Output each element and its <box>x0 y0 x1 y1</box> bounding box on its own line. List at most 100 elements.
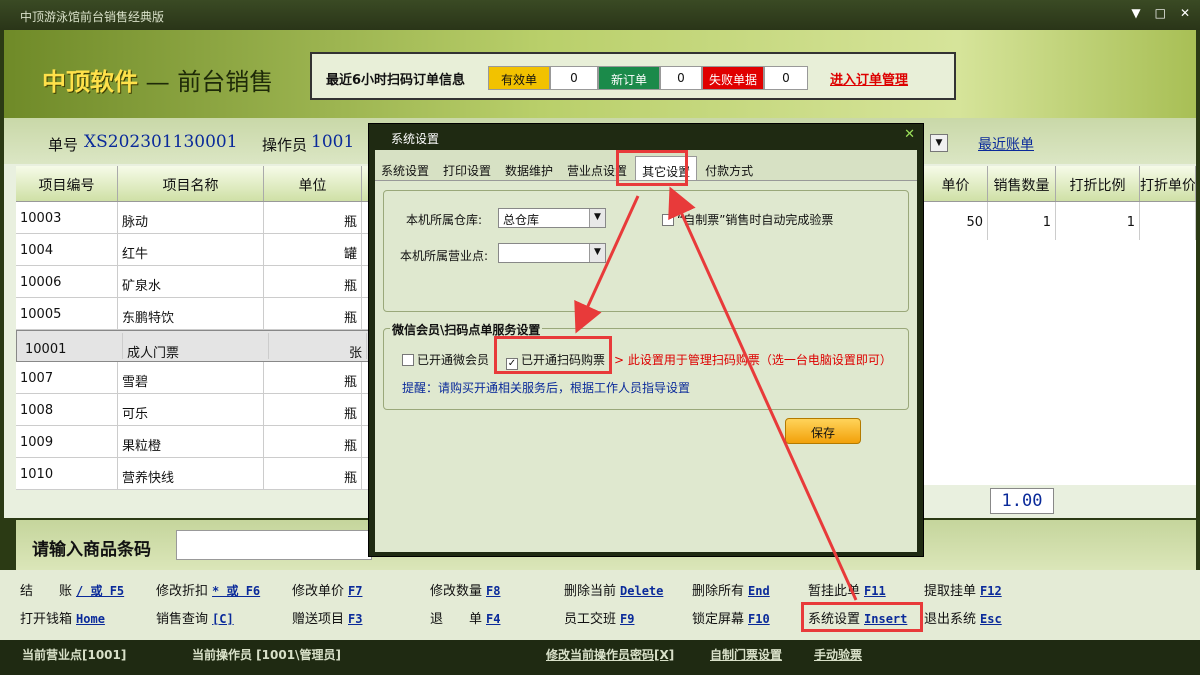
brand-name: 中顶软件 <box>42 67 138 96</box>
shortcut-key[interactable]: [C] <box>212 612 234 626</box>
new-order-count: 0 <box>660 66 702 90</box>
wechat-panel: 微信会员\扫码点单服务设置 已开通微会员 ✓ 已开通扫码购票 > 此设置用于管理扫… <box>383 321 909 410</box>
table-cell: 10006 <box>16 266 118 297</box>
table-cell: 1009 <box>16 426 118 457</box>
shortcut-key[interactable]: F10 <box>748 612 770 626</box>
shortcut-key[interactable]: * 或 F6 <box>212 584 260 598</box>
total-bar <box>924 485 1196 517</box>
barcode-input[interactable] <box>176 530 372 560</box>
col-quantity[interactable]: 销售数量 <box>988 166 1056 201</box>
col-discount-rate[interactable]: 打折比例 <box>1056 166 1140 201</box>
wx-member-option[interactable]: 已开通微会员 <box>402 351 489 368</box>
operator-value: 1001 <box>311 132 355 152</box>
ticket-settings-link[interactable]: 自制门票设置 <box>710 646 782 663</box>
shortcut-key[interactable]: Home <box>76 612 105 626</box>
warehouse-select[interactable]: 总仓库 ▼ <box>498 208 606 228</box>
shortcut-key[interactable]: F12 <box>980 584 1002 598</box>
service-tip: 提醒：请购买开通相关服务后，根据工作人员指导设置 <box>402 381 691 395</box>
dropdown-icon[interactable]: ▼ <box>930 134 948 152</box>
shortcut-item[interactable]: 修改数量 F8 <box>430 580 500 599</box>
shortcut-key[interactable]: / 或 F5 <box>76 584 124 598</box>
table-row[interactable]: 1009 果粒橙瓶 <box>16 426 368 458</box>
shortcut-key[interactable]: Esc <box>980 612 1002 626</box>
point-label: 本机所属营业点: <box>400 249 489 263</box>
col-discount-price[interactable]: 打折单价 <box>1140 166 1196 201</box>
table-row[interactable]: 10001 成人门票张 <box>16 330 372 362</box>
shortcut-item[interactable]: 删除当前 Delete <box>564 580 663 599</box>
shortcut-key[interactable]: F11 <box>864 584 886 598</box>
shortcut-key[interactable]: Delete <box>620 584 663 598</box>
header-banner: 中顶软件 — 前台销售 最近6小时扫码订单信息 有效单 0 新订单 0 失败单据… <box>4 30 1196 118</box>
shortcut-key[interactable]: F8 <box>486 584 500 598</box>
shortcut-key[interactable]: F9 <box>620 612 634 626</box>
col-item-name[interactable]: 项目名称 <box>118 166 264 201</box>
recent-bills-link[interactable]: 最近账单 <box>978 134 1034 154</box>
sales-table-body <box>924 240 1196 485</box>
save-button[interactable]: 保存 <box>785 418 861 444</box>
shortcut-key[interactable]: F7 <box>348 584 362 598</box>
shortcut-item[interactable]: 销售查询 [C] <box>156 608 234 627</box>
table-cell: 瓶 <box>264 458 362 489</box>
col-unit[interactable]: 单位 <box>264 166 362 201</box>
shortcut-item[interactable]: 员工交班 F9 <box>564 608 634 627</box>
table-cell: 1010 <box>16 458 118 489</box>
dialog-close-icon[interactable]: ✕ <box>904 127 915 142</box>
selfmade-option[interactable]: “自制票”销售时自动完成验票 <box>662 211 833 228</box>
table-cell: 果粒橙 <box>118 426 264 457</box>
failed-order-count: 0 <box>764 66 808 90</box>
point-select[interactable]: ▼ <box>498 243 606 263</box>
shortcut-item[interactable]: 修改折扣 * 或 F6 <box>156 580 260 599</box>
shortcut-item[interactable]: 删除所有 End <box>692 580 770 599</box>
shortcut-item[interactable]: 锁定屏幕 F10 <box>692 608 770 627</box>
shortcut-key[interactable]: F3 <box>348 612 362 626</box>
shortcut-label: 员工交班 <box>564 612 617 627</box>
shortcut-key[interactable]: F4 <box>486 612 500 626</box>
shortcut-key[interactable]: End <box>748 584 770 598</box>
col-price[interactable]: 单价 <box>924 166 988 201</box>
selfmade-label: “自制票”销售时自动完成验票 <box>677 213 834 227</box>
table-row[interactable]: 1007 雪碧瓶 <box>16 362 368 394</box>
shortcut-item[interactable]: 退出系统 Esc <box>924 608 1002 627</box>
shortcut-item[interactable]: 打开钱箱 Home <box>20 608 105 627</box>
valid-order-badge: 有效单 <box>488 66 550 90</box>
shortcut-item[interactable]: 退 单 F4 <box>430 608 500 627</box>
items-table: 项目编号 项目名称 单位 10003 脉动瓶 1004 红牛罐 10006 矿泉水瓶 100… <box>16 166 372 490</box>
items-table-header: 项目编号 项目名称 单位 <box>16 166 368 202</box>
shortcut-item[interactable]: 赠送项目 F3 <box>292 608 362 627</box>
shortcut-item[interactable]: 结 账 / 或 F5 <box>20 580 124 599</box>
table-row[interactable]: 1004 红牛罐 <box>16 234 368 266</box>
table-row[interactable]: 10006 矿泉水瓶 <box>16 266 368 298</box>
shortcut-label: 暂挂此单 <box>808 584 861 599</box>
shortcut-label: 锁定屏幕 <box>692 612 745 627</box>
maximize-button[interactable]: □ <box>1155 6 1166 20</box>
shortcut-label: 结 账 <box>20 584 73 599</box>
warehouse-label: 本机所属仓库: <box>406 213 483 227</box>
table-cell: 成人门票 <box>123 333 269 361</box>
table-row[interactable]: 10005 东鹏特饮瓶 <box>16 298 368 330</box>
change-password-link[interactable]: 修改当前操作员密码[X] <box>546 646 674 663</box>
table-row[interactable]: 50 1 1 <box>924 202 1196 242</box>
shortcut-item[interactable]: 提取挂单 F12 <box>924 580 1002 599</box>
minimize-button[interactable]: ▼ <box>1131 6 1140 20</box>
table-row[interactable]: 1010 营养快线瓶 <box>16 458 368 490</box>
table-row[interactable]: 1008 可乐瓶 <box>16 394 368 426</box>
table-cell: 营养快线 <box>118 458 264 489</box>
manual-verify-link[interactable]: 手动验票 <box>814 646 862 663</box>
table-cell: 红牛 <box>118 234 264 265</box>
close-button[interactable]: ✕ <box>1180 6 1190 20</box>
shortcut-item[interactable]: 暂挂此单 F11 <box>808 580 886 599</box>
table-row[interactable]: 10003 脉动瓶 <box>16 202 368 234</box>
barcode-label: 请输入商品条码 <box>32 540 151 560</box>
order-management-link[interactable]: 进入订单管理 <box>830 69 908 88</box>
brand-subtitle: — 前台销售 <box>145 68 274 96</box>
col-item-no[interactable]: 项目编号 <box>16 166 118 201</box>
order-no-label: 单号 <box>48 136 79 154</box>
shortcut-item[interactable]: 修改单价 F7 <box>292 580 362 599</box>
table-cell: 瓶 <box>264 394 362 425</box>
checkbox-icon[interactable] <box>662 214 674 226</box>
checkbox-icon[interactable] <box>402 354 414 366</box>
table-cell: 矿泉水 <box>118 266 264 297</box>
shortcut-label: 退 单 <box>430 612 483 627</box>
status-bar: 当前营业点[1001] 当前操作员 [1001\管理员] 修改当前操作员密码[X… <box>0 640 1200 675</box>
wx-scan-note: > 此设置用于管理扫码购票（选一台电脑设置即可） <box>614 353 892 367</box>
